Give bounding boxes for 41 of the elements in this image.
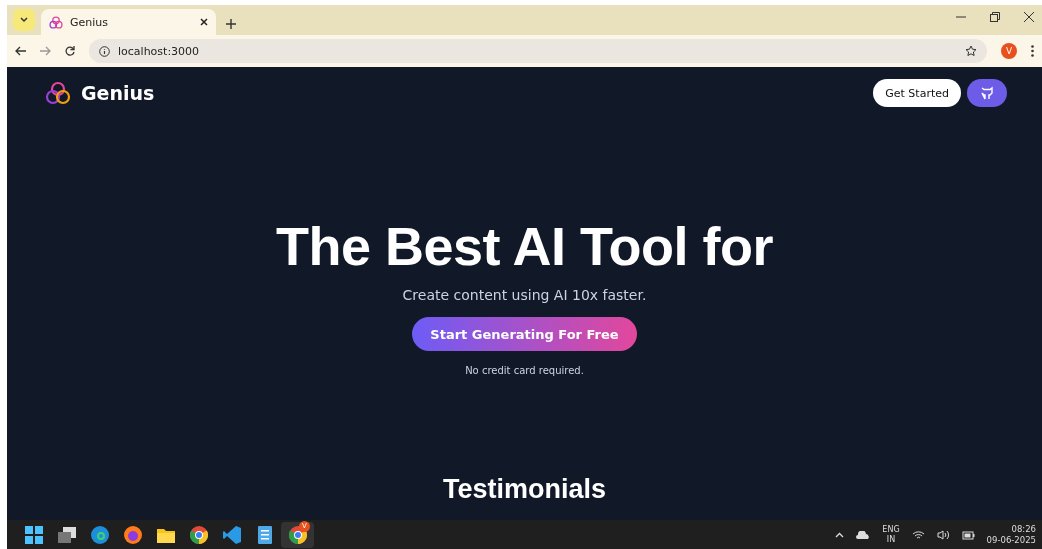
wifi-icon[interactable] <box>911 529 925 540</box>
brand-name[interactable]: Genius <box>81 82 155 104</box>
get-started-button[interactable]: Get Started <box>873 79 961 107</box>
code-editor-icon[interactable] <box>222 525 241 544</box>
windows-icon[interactable] <box>24 525 43 544</box>
chevron-up-icon[interactable] <box>835 531 845 538</box>
info-icon[interactable] <box>99 45 110 57</box>
logo-icon <box>45 81 71 105</box>
chrome-icon[interactable] <box>288 525 307 544</box>
speaker-icon[interactable] <box>936 529 950 540</box>
close-icon[interactable] <box>1024 11 1034 22</box>
forward-icon[interactable] <box>40 46 51 56</box>
address-bar[interactable]: localhost:3000 <box>89 39 987 63</box>
notepad-icon[interactable] <box>257 525 272 544</box>
back-icon[interactable] <box>15 46 26 56</box>
restore-icon[interactable] <box>990 11 1000 22</box>
cloud-icon[interactable] <box>856 530 871 539</box>
start-generating-button[interactable]: Start Generating For Free <box>412 317 637 351</box>
tab-menu-button[interactable] <box>13 9 35 31</box>
menu-icon[interactable] <box>1031 45 1034 57</box>
chrome-icon[interactable] <box>189 525 208 544</box>
hero-note: No credit card required. <box>465 365 584 376</box>
new-tab-icon[interactable] <box>226 19 236 29</box>
star-icon[interactable] <box>965 45 977 57</box>
section-title: Testimonials <box>441 474 607 505</box>
folder-icon[interactable] <box>156 526 175 543</box>
fox-icon[interactable] <box>123 525 142 544</box>
browser-tab[interactable]: Genius <box>41 9 216 35</box>
github-button[interactable] <box>967 79 1007 107</box>
hero-title: The Best AI Tool for <box>276 215 773 277</box>
browser-icon[interactable] <box>90 525 109 544</box>
task-view-icon[interactable] <box>57 526 76 543</box>
battery-icon[interactable] <box>961 529 975 540</box>
close-icon[interactable] <box>200 18 208 26</box>
language-indicator[interactable]: ENG IN <box>882 524 900 545</box>
clock[interactable]: 08:26 09-06-2025 <box>986 523 1036 546</box>
hero-subtitle: Create content using AI 10x faster. <box>402 287 647 303</box>
reload-icon[interactable] <box>65 46 75 56</box>
logo-icon <box>49 15 63 29</box>
chevron-down-icon <box>20 17 28 23</box>
profile-avatar[interactable]: V <box>1001 43 1017 59</box>
